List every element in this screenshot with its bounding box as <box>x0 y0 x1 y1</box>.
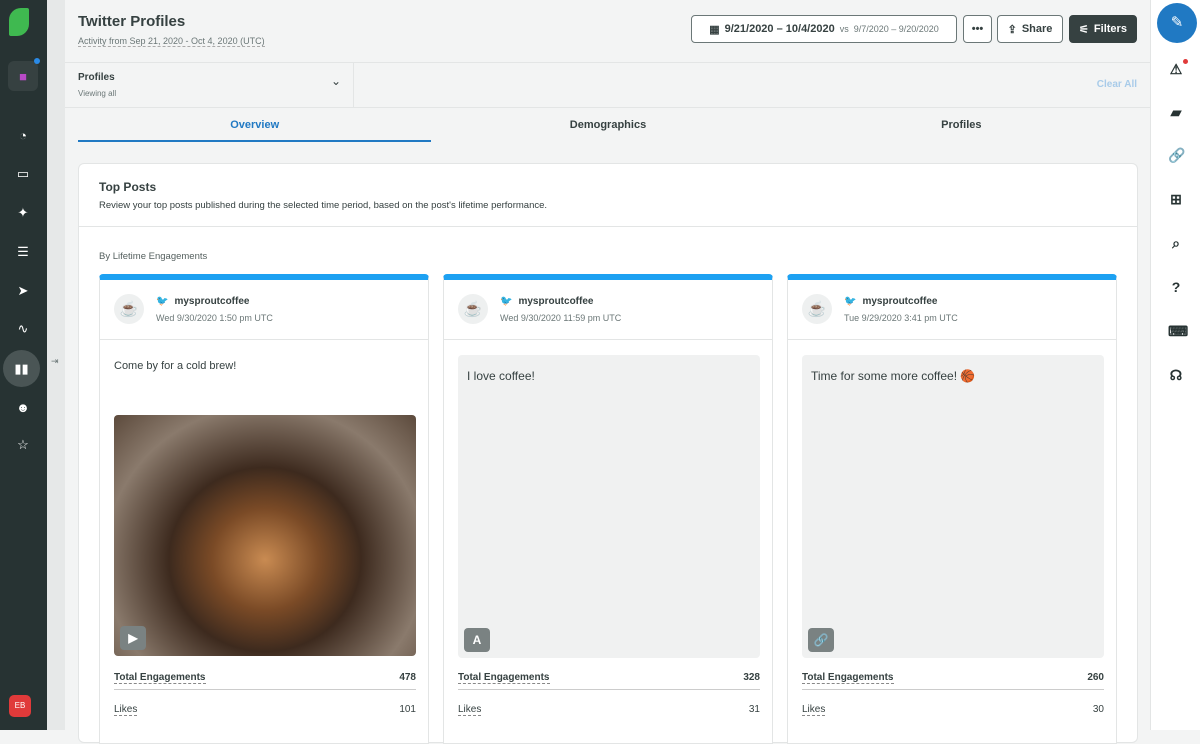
dashboard-icon[interactable]: ◔ <box>8 120 38 150</box>
post-time: Tue 9/29/2020 3:41 pm UTC <box>844 313 958 323</box>
post-link-preview[interactable]: Time for some more coffee! 🏀 🔗 <box>802 355 1104 658</box>
profiles-filter[interactable]: Profiles Viewing all ⌄ <box>65 63 354 107</box>
post-time: Wed 9/30/2020 11:59 pm UTC <box>500 313 622 323</box>
more-button[interactable]: ••• <box>963 15 992 43</box>
user-avatar[interactable]: EB <box>9 695 31 717</box>
section-title: Top Posts <box>99 180 157 194</box>
link-icon[interactable]: 🔗 <box>1168 147 1185 163</box>
nav-collapse-strip: ⇥ <box>47 0 65 730</box>
post-text: I love coffee! <box>467 369 535 383</box>
alert-icon[interactable]: ⚠ <box>1168 59 1188 77</box>
stat-value: 31 <box>748 704 760 715</box>
twitter-icon: 🐦 <box>500 296 513 307</box>
page-title: Twitter Profiles <box>78 13 186 30</box>
reports-icon[interactable]: ▮▮ <box>3 350 40 387</box>
stat-value: 260 <box>1087 672 1104 683</box>
listening-icon[interactable]: ∿ <box>8 314 38 344</box>
tab-profiles[interactable]: Profiles <box>785 108 1138 142</box>
stat-label: Total Engagements <box>114 672 206 684</box>
list-icon[interactable]: ☰ <box>8 237 38 267</box>
tab-demographics[interactable]: Demographics <box>431 108 784 142</box>
text-icon: A <box>464 628 490 652</box>
twitter-icon: 🐦 <box>844 296 857 307</box>
tab-overview[interactable]: Overview <box>78 108 432 142</box>
sprout-logo[interactable] <box>9 8 29 36</box>
top-posts-panel: Top Posts Review your top posts publishe… <box>78 163 1138 744</box>
profiles-filter-value: Viewing all <box>78 89 117 98</box>
headset-icon[interactable]: ☊ <box>1168 367 1184 383</box>
coffee-avatar-icon: ☕ <box>114 294 144 324</box>
post-card[interactable]: ☕ 🐦 mysproutcoffee Wed 9/30/2020 1:50 pm … <box>99 274 429 744</box>
add-icon[interactable]: ⊞ <box>1168 191 1184 207</box>
stat-label: Total Engagements <box>458 672 550 684</box>
message-plus-icon[interactable]: ▰ <box>1168 104 1184 120</box>
post-text: Time for some more coffee! 🏀 <box>811 369 976 383</box>
inbox-icon[interactable]: ▭ <box>8 159 38 189</box>
help-icon[interactable]: ? <box>1168 279 1184 295</box>
post-username[interactable]: mysproutcoffee <box>518 296 593 307</box>
main-content: Twitter Profiles Activity from Sep 21, 2… <box>65 0 1150 744</box>
clear-all-link[interactable]: Clear All <box>1097 79 1137 90</box>
stat-label: Likes <box>114 704 138 716</box>
chevron-down-icon: ⌄ <box>331 74 342 88</box>
compose-button[interactable]: ✎ <box>1157 3 1197 43</box>
folder-icon[interactable]: ■ <box>8 58 40 91</box>
tab-bar: Overview Demographics Profiles <box>78 108 1138 142</box>
compare-range: 9/7/2020 – 9/20/2020 <box>853 24 939 34</box>
search-icon[interactable]: ⌕ <box>1168 235 1184 251</box>
post-card[interactable]: ☕ 🐦 mysproutcoffee Tue 9/29/2020 3:41 pm … <box>787 274 1117 744</box>
share-icon: ⇪ <box>1007 23 1017 36</box>
left-nav: ■ ◔ ▭ ✦ ☰ ➤ ∿ ▮▮ ☻ ☆ EB <box>0 0 47 730</box>
calendar-icon: ▦ <box>709 23 720 36</box>
section-description: Review your top posts published during t… <box>99 200 548 211</box>
stat-label: Likes <box>802 704 826 716</box>
stat-value: 101 <box>399 704 416 715</box>
post-username[interactable]: mysproutcoffee <box>862 296 937 307</box>
post-text-preview[interactable]: I love coffee! A <box>458 355 760 658</box>
compare-prefix: vs <box>839 24 849 34</box>
sliders-icon: ⚟ <box>1079 23 1089 36</box>
video-icon: ▶ <box>120 626 146 650</box>
bot-icon[interactable]: ☻ <box>8 392 38 422</box>
profiles-filter-label: Profiles <box>78 72 115 83</box>
expand-icon[interactable]: ⇥ <box>51 356 59 367</box>
date-range-button[interactable]: ▦ 9/21/2020 – 10/4/2020 vs 9/7/2020 – 9/… <box>691 15 957 43</box>
stat-label: Likes <box>458 704 482 716</box>
coffee-avatar-icon: ☕ <box>458 294 488 324</box>
coffee-avatar-icon: ☕ <box>802 294 832 324</box>
stat-value: 478 <box>399 672 416 683</box>
stat-value: 328 <box>743 672 760 683</box>
post-username[interactable]: mysproutcoffee <box>174 296 249 307</box>
date-subtitle: Activity from Sep 21, 2020 - Oct 4, 2020… <box>78 36 265 47</box>
keyboard-icon[interactable]: ⌨ <box>1168 323 1188 339</box>
pin-icon[interactable]: ✦ <box>8 198 38 228</box>
post-text: Come by for a cold brew! <box>114 360 237 372</box>
post-card[interactable]: ☕ 🐦 mysproutcoffee Wed 9/30/2020 11:59 pm… <box>443 274 773 744</box>
post-time: Wed 9/30/2020 1:50 pm UTC <box>156 313 273 323</box>
post-image[interactable]: ▶ <box>114 415 416 656</box>
filters-button[interactable]: ⚟ Filters <box>1069 15 1137 43</box>
link-icon: 🔗 <box>808 628 834 652</box>
twitter-icon: 🐦 <box>156 296 169 307</box>
sort-label: By Lifetime Engagements <box>99 251 208 262</box>
reviews-icon[interactable]: ☆ <box>8 430 38 460</box>
stat-label: Total Engagements <box>802 672 894 684</box>
filter-bar: Profiles Viewing all ⌄ Clear All <box>65 62 1150 108</box>
right-rail: ✎ ⚠ ▰ 🔗 ⊞ ⌕ ? ⌨ ☊ <box>1150 0 1200 730</box>
share-button[interactable]: ⇪ Share <box>997 15 1063 43</box>
stat-value: 30 <box>1092 704 1104 715</box>
send-icon[interactable]: ➤ <box>8 276 38 306</box>
